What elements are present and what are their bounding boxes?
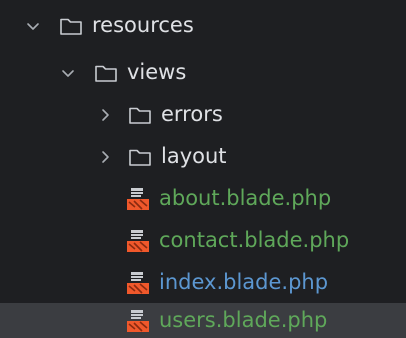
tree-file-users-blade[interactable]: users.blade.php: [0, 303, 406, 338]
folder-icon: [93, 60, 119, 86]
folder-icon: [58, 13, 84, 39]
tree-node-label: layout: [161, 144, 227, 168]
folder-icon: [127, 144, 153, 170]
tree-file-index-blade[interactable]: index.blade.php: [0, 262, 406, 303]
chevron-right-icon[interactable]: [94, 104, 116, 126]
folder-icon: [127, 102, 153, 128]
chevron-down-icon[interactable]: [57, 62, 79, 84]
blade-file-icon: [125, 186, 151, 212]
tree-node-label: resources: [92, 13, 194, 37]
tree-node-label: errors: [161, 102, 223, 126]
tree-node-resources[interactable]: resources: [0, 5, 406, 46]
blade-file-icon: [125, 270, 151, 296]
tree-node-errors[interactable]: errors: [0, 94, 406, 135]
tree-file-about-blade[interactable]: about.blade.php: [0, 178, 406, 219]
tree-file-label: about.blade.php: [159, 186, 332, 210]
tree-file-label: contact.blade.php: [159, 228, 350, 252]
tree-node-views[interactable]: views: [0, 52, 406, 93]
project-tree: resources views errors layout about.blad…: [0, 0, 406, 338]
tree-file-label: index.blade.php: [159, 270, 329, 294]
blade-file-icon: [125, 308, 151, 334]
blade-file-icon: [125, 228, 151, 254]
tree-node-layout[interactable]: layout: [0, 136, 406, 177]
tree-node-label: views: [127, 60, 187, 84]
chevron-down-icon[interactable]: [22, 15, 44, 37]
tree-file-label: users.blade.php: [159, 308, 328, 332]
tree-file-contact-blade[interactable]: contact.blade.php: [0, 220, 406, 261]
chevron-right-icon[interactable]: [94, 146, 116, 168]
